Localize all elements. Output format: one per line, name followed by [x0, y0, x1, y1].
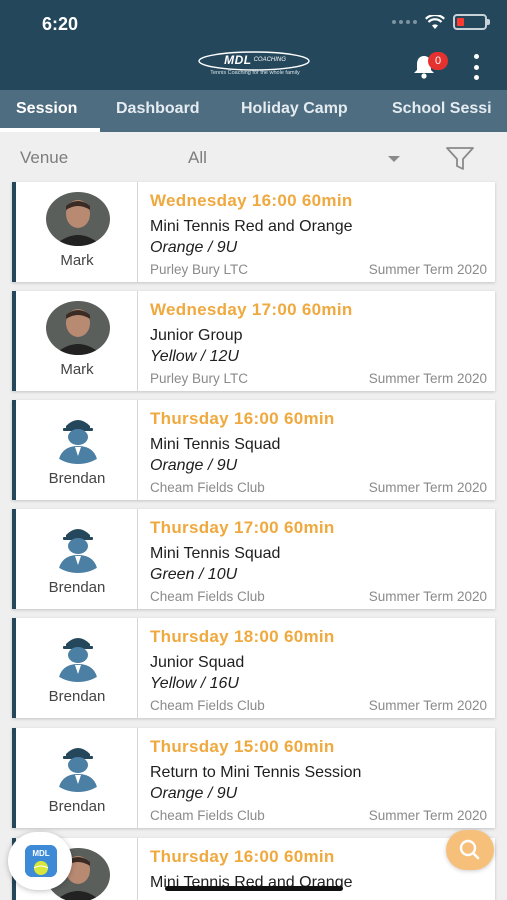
coach-section: Mark	[16, 182, 138, 282]
tab-bar: Session Dashboard Holiday Camp School Se…	[0, 90, 507, 132]
battery-icon	[453, 14, 490, 30]
venue-filter-bar: Venue All	[0, 132, 507, 180]
session-details: Thursday 15:00 60min Return to Mini Tenn…	[150, 728, 495, 828]
session-group: Mini Tennis Red and Orange	[150, 218, 353, 235]
more-vertical-icon[interactable]	[470, 54, 482, 80]
coach-name: Brendan	[48, 798, 106, 815]
session-level: Orange / 9U	[150, 457, 238, 474]
coach-section: Brendan	[16, 400, 138, 500]
session-details: Thursday 17:00 60min Mini Tennis Squad G…	[150, 509, 495, 609]
coach-avatar	[46, 301, 110, 355]
venue-filter-label: Venue	[20, 148, 69, 167]
session-card[interactable]: Brendan Thursday 17:00 60min Mini Tennis…	[12, 509, 495, 609]
logo-text: MDL	[224, 53, 252, 67]
session-term: Summer Term 2020	[368, 698, 487, 713]
session-group: Junior Group	[150, 327, 243, 344]
svg-text:MDL: MDL	[32, 849, 49, 858]
coach-placeholder-icon	[46, 628, 110, 682]
session-venue: Purley Bury LTC	[150, 371, 249, 386]
session-card[interactable]: Mark Wednesday 16:00 60min Mini Tennis R…	[12, 182, 495, 282]
session-venue: Cheam Fields Club	[150, 589, 265, 604]
session-card[interactable]: Brendan Thursday 15:00 60min Return to M…	[12, 728, 495, 828]
session-group: Mini Tennis Squad	[150, 545, 281, 562]
coach-section: Brendan	[16, 509, 138, 609]
session-term: Summer Term 2020	[368, 589, 487, 604]
session-level: Orange / 9U	[150, 239, 238, 256]
search-icon	[459, 839, 480, 860]
session-details: Wednesday 16:00 60min Mini Tennis Red an…	[150, 182, 495, 282]
session-group: Return to Mini Tennis Session	[150, 764, 362, 781]
coach-section: Brendan	[16, 618, 138, 718]
coach-name: Brendan	[48, 579, 106, 596]
notification-badge[interactable]: 0	[428, 52, 448, 70]
session-level: Orange / 9U	[150, 785, 238, 802]
coach-placeholder-icon	[46, 738, 110, 792]
app-shortcut-button[interactable]: MDL	[8, 832, 72, 890]
session-term: Summer Term 2020	[368, 371, 487, 386]
mdl-coaching-logo: MDL COACHING Tennis Coaching for the who…	[196, 48, 314, 82]
home-indicator	[165, 886, 343, 891]
app-header: 6:20 MDL COACHING Tennis Coaching for th…	[0, 0, 507, 90]
wifi-icon	[425, 14, 445, 29]
session-venue: Cheam Fields Club	[150, 698, 265, 713]
session-time: Thursday 16:00 60min	[150, 409, 335, 428]
session-term: Summer Term 2020	[368, 480, 487, 495]
session-card[interactable]: Brendan Thursday 16:00 60min Mini Tennis…	[12, 400, 495, 500]
logo-sub: COACHING	[253, 57, 286, 63]
session-term: Summer Term 2020	[368, 808, 487, 823]
coach-name: Mark	[60, 361, 94, 378]
session-time: Thursday 15:00 60min	[150, 737, 335, 756]
session-term: Summer Term 2020	[368, 262, 487, 277]
session-level: Yellow / 16U	[150, 675, 239, 692]
status-time: 6:20	[42, 14, 79, 34]
session-level: Green / 10U	[150, 566, 238, 583]
coach-placeholder-icon	[46, 410, 110, 464]
app-icon: MDL	[25, 845, 57, 877]
tab-school-sessions[interactable]: School Sessi	[392, 90, 492, 132]
status-icons	[392, 14, 490, 30]
session-time: Wednesday 16:00 60min	[150, 191, 353, 210]
session-level: Yellow / 12U	[150, 348, 239, 365]
coach-name: Mark	[60, 252, 94, 269]
session-venue: Cheam Fields Club	[150, 808, 265, 823]
session-time: Thursday 17:00 60min	[150, 518, 335, 537]
session-card[interactable]: Brendan Thursday 18:00 60min Junior Squa…	[12, 618, 495, 718]
session-time: Wednesday 17:00 60min	[150, 300, 353, 319]
session-venue: Purley Bury LTC	[150, 262, 249, 277]
session-venue: Cheam Fields Club	[150, 480, 265, 495]
tab-holiday-camp[interactable]: Holiday Camp	[241, 90, 348, 132]
session-details: Wednesday 17:00 60min Junior Group Yello…	[150, 291, 495, 391]
session-details: Thursday 18:00 60min Junior Squad Yellow…	[150, 618, 495, 718]
dropdown-caret-icon[interactable]	[388, 156, 400, 162]
session-time: Thursday 16:00 60min	[150, 847, 335, 866]
tab-session[interactable]: Session	[16, 90, 77, 132]
session-card[interactable]: Mark Wednesday 17:00 60min Junior Group …	[12, 291, 495, 391]
session-group: Junior Squad	[150, 654, 245, 671]
logo-tagline: Tennis Coaching for the whole family	[210, 70, 300, 76]
signal-icon	[392, 20, 417, 24]
coach-section: Mark	[16, 291, 138, 391]
coach-avatar	[46, 192, 110, 246]
coach-placeholder-icon	[46, 519, 110, 573]
venue-select[interactable]: All	[188, 148, 207, 168]
session-group: Mini Tennis Squad	[150, 436, 281, 453]
session-list: Mark Wednesday 16:00 60min Mini Tennis R…	[0, 180, 507, 900]
search-button[interactable]	[446, 830, 494, 870]
coach-name: Brendan	[48, 470, 106, 487]
session-details: Thursday 16:00 60min Mini Tennis Squad O…	[150, 400, 495, 500]
session-time: Thursday 18:00 60min	[150, 627, 335, 646]
coach-name: Brendan	[48, 688, 106, 705]
filter-icon[interactable]	[445, 146, 475, 172]
coach-section: Brendan	[16, 728, 138, 828]
tab-dashboard[interactable]: Dashboard	[116, 90, 200, 132]
